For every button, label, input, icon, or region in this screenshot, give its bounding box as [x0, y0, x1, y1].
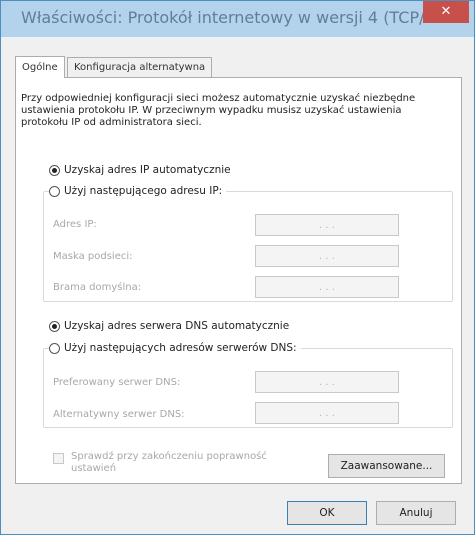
validate-settings-checkbox[interactable]	[53, 453, 64, 464]
dns-auto-radio[interactable]	[49, 320, 60, 332]
validate-settings-option[interactable]: Sprawdź przy zakończeniu poprawność usta…	[53, 451, 271, 475]
default-gateway-field[interactable]: . . .	[255, 276, 399, 298]
ip-manual-label: Użyj następującego adresu IP:	[64, 185, 223, 197]
preferred-dns-label: Preferowany serwer DNS:	[53, 377, 181, 388]
close-icon: ✕	[440, 4, 452, 19]
preferred-dns-field[interactable]: . . .	[255, 371, 399, 393]
subnet-mask-field[interactable]: . . .	[255, 245, 399, 267]
ip-address-field[interactable]: . . .	[255, 214, 399, 236]
dns-auto-option[interactable]: Uzyskaj adres serwera DNS automatycznie	[49, 320, 289, 332]
alternate-dns-field[interactable]: . . .	[255, 402, 399, 424]
dns-manual-label: Użyj następujących adresów serwerów DNS:	[64, 342, 297, 354]
advanced-button[interactable]: Zaawansowane...	[328, 454, 445, 478]
description-text: Przy odpowiedniej konfiguracji sieci moż…	[21, 93, 416, 128]
validate-settings-label: Sprawdź przy zakończeniu poprawność usta…	[71, 451, 267, 474]
tab-general[interactable]: Ogólne	[15, 56, 65, 78]
ip-auto-radio[interactable]	[49, 164, 60, 176]
window-title: Właściwości: Protokół internetowy w wers…	[21, 8, 463, 27]
ip-auto-label: Uzyskaj adres IP automatycznie	[64, 164, 231, 176]
default-gateway-label: Brama domyślna:	[53, 282, 142, 293]
alternate-dns-label: Alternatywny serwer DNS:	[53, 409, 185, 420]
close-button[interactable]: ✕	[423, 1, 469, 23]
ip-auto-option[interactable]: Uzyskaj adres IP automatycznie	[49, 164, 231, 176]
dns-manual-radio[interactable]	[49, 342, 60, 354]
ok-button[interactable]: OK	[287, 501, 367, 525]
ip-manual-option[interactable]: Użyj następującego adresu IP:	[49, 185, 227, 197]
properties-dialog: Właściwości: Protokół internetowy w wers…	[0, 0, 475, 535]
subnet-mask-label: Maska podsieci:	[53, 251, 133, 262]
tab-alternate-configuration[interactable]: Konfiguracja alternatywna	[67, 57, 213, 77]
dns-auto-label: Uzyskaj adres serwera DNS automatycznie	[64, 320, 290, 332]
dns-manual-option[interactable]: Użyj następujących adresów serwerów DNS:	[49, 342, 301, 354]
cancel-button[interactable]: Anuluj	[376, 501, 456, 525]
title-bar[interactable]: Właściwości: Protokół internetowy w wers…	[1, 1, 474, 37]
ip-address-label: Adres IP:	[53, 219, 97, 230]
ip-manual-radio[interactable]	[49, 185, 60, 197]
